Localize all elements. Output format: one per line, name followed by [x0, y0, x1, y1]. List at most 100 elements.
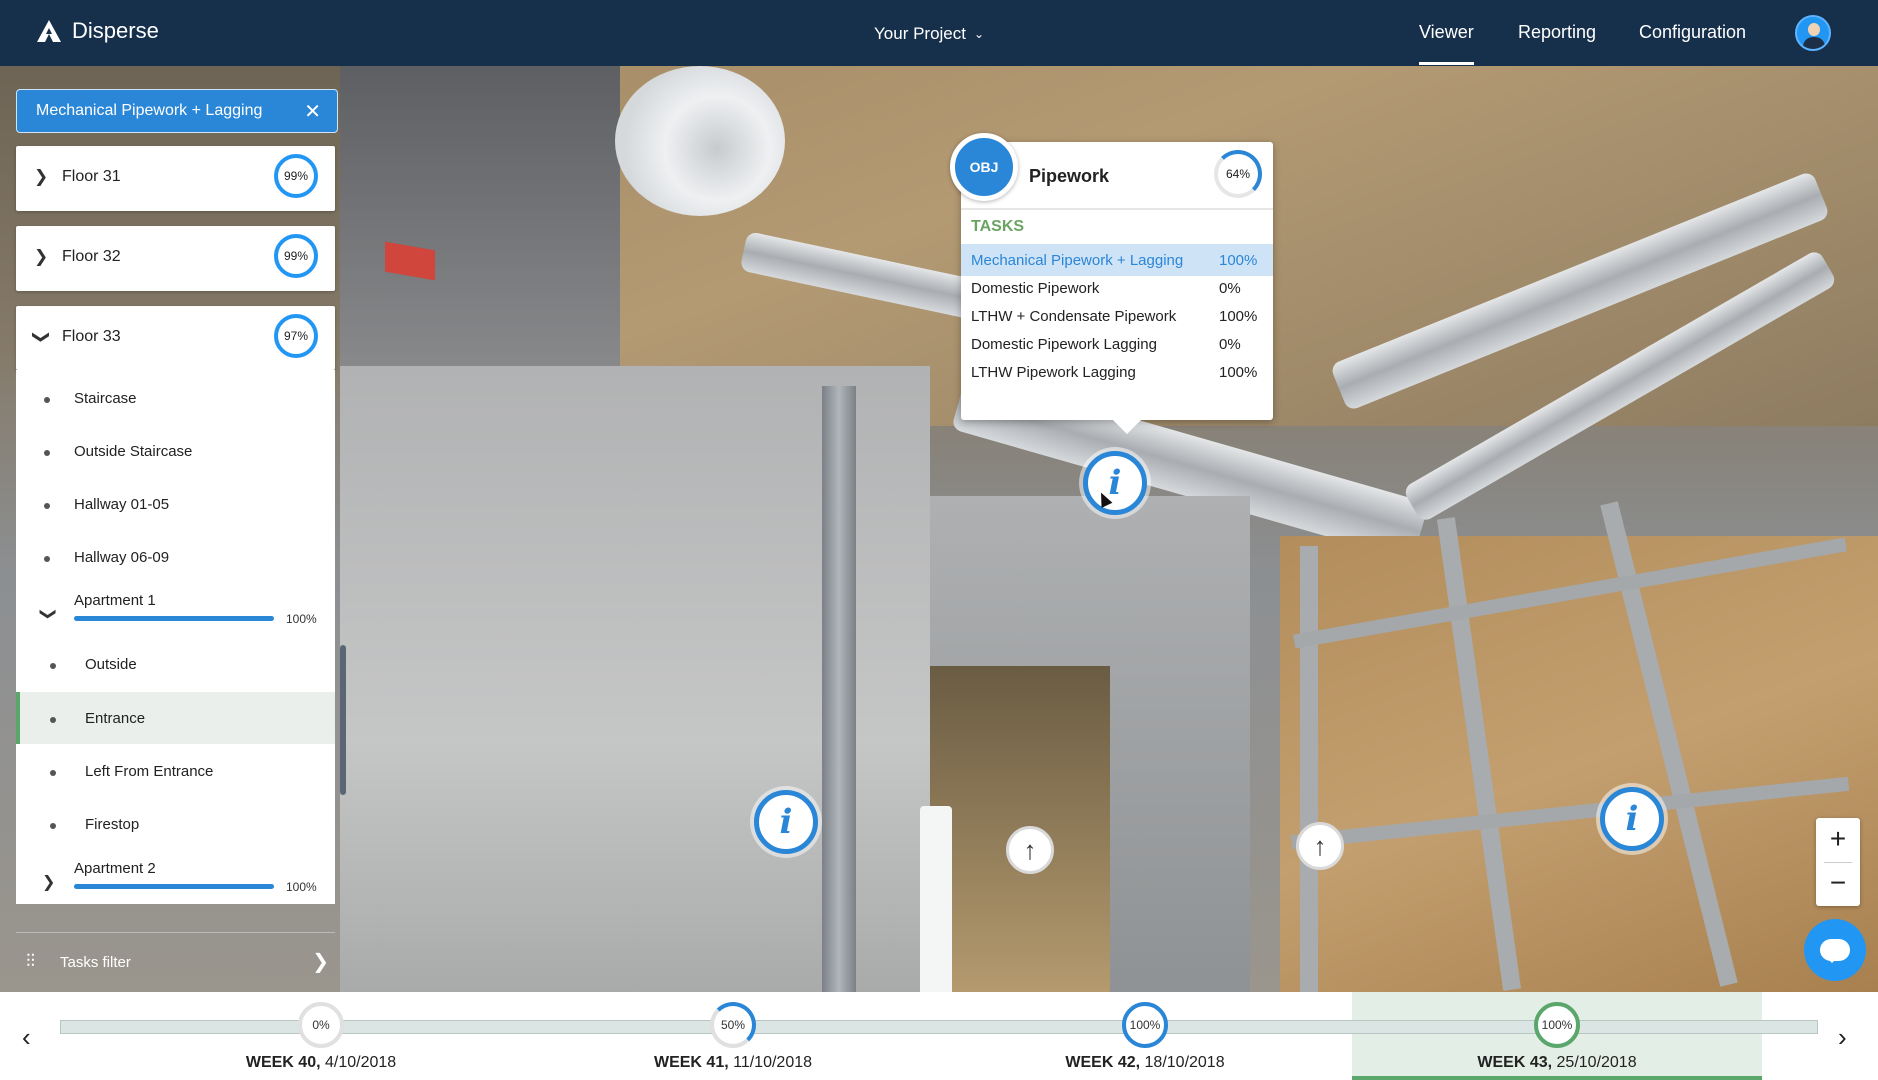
tree-item-outside-staircase[interactable]: Outside Staircase	[16, 425, 335, 477]
week-number: WEEK 42,	[1065, 1054, 1141, 1071]
popup-progress-ring: 64%	[1214, 150, 1262, 198]
chevron-right-icon[interactable]: ›	[1838, 1022, 1847, 1053]
top-bar: Disperse Your Project ⌄ Viewer Reporting…	[0, 0, 1878, 66]
disperse-logo-icon	[37, 20, 61, 42]
zoom-in-button[interactable]: +	[1816, 818, 1860, 862]
timeline-active-week-indicator	[1352, 1076, 1762, 1080]
tasks-filter-button[interactable]: ⫶⫶ Tasks filter ❯	[16, 932, 335, 992]
week-timeline: ‹ › 0% WEEK 40, 4/10/2018 50% WEEK 41, 1…	[0, 992, 1878, 1080]
project-selector[interactable]: Your Project ⌄	[874, 24, 984, 44]
week-progress-ring[interactable]: 50%	[710, 1002, 756, 1048]
week-date: 11/10/2018	[728, 1054, 813, 1071]
arrow-up-icon[interactable]: ↑	[1006, 826, 1054, 874]
chevron-down-icon: ❯	[32, 329, 52, 345]
tree-item-left-from-entrance[interactable]: Left From Entrance	[16, 745, 335, 797]
week-label[interactable]: WEEK 41, 11/10/2018	[583, 1054, 883, 1072]
tree-item-outside[interactable]: Outside	[16, 638, 335, 690]
tree-item-hallway-06-09[interactable]: Hallway 06-09	[16, 531, 335, 583]
task-name: LTHW Pipework Lagging	[971, 364, 1136, 381]
week-progress-ring[interactable]: 0%	[298, 1002, 344, 1048]
floor-33-tree: Staircase Outside Staircase Hallway 01-0…	[16, 370, 335, 904]
week-progress-ring[interactable]: 100%	[1534, 1002, 1580, 1048]
progress-fill	[74, 616, 274, 621]
tree-item-label: Hallway 01-05	[74, 496, 170, 513]
tree-group-label: Apartment 2	[74, 860, 156, 877]
task-row[interactable]: LTHW Pipework Lagging 100%	[961, 356, 1273, 388]
tree-item-label: Hallway 06-09	[74, 549, 170, 566]
week-number: WEEK 43,	[1477, 1054, 1553, 1071]
floor-progress-ring: 99%	[274, 234, 318, 278]
floor-row[interactable]: ❯ Floor 32 99%	[16, 226, 335, 290]
bullet-dot	[44, 503, 50, 509]
task-name: Domestic Pipework	[971, 280, 1100, 297]
chevron-right-icon: ❯	[312, 951, 329, 973]
task-percent: 100%	[1219, 252, 1258, 269]
apartment-2-progress-bar	[74, 884, 274, 889]
bullet-dot	[44, 450, 50, 456]
week-date: 25/10/2018	[1552, 1054, 1637, 1071]
popup-title: Pipework	[1029, 166, 1110, 186]
scene-wall-right	[1280, 536, 1878, 992]
arrow-up-icon[interactable]: ↑	[1296, 822, 1344, 870]
app-name: Disperse	[72, 18, 159, 43]
close-icon[interactable]: ✕	[304, 99, 321, 124]
bullet-dot	[50, 770, 56, 776]
tree-item-firestop[interactable]: Firestop	[16, 798, 335, 850]
tree-item-staircase[interactable]: Staircase	[16, 372, 335, 424]
nav-viewer[interactable]: Viewer	[1419, 22, 1474, 65]
floor-card-32[interactable]: ❯ Floor 32 99%	[16, 226, 335, 291]
nav-reporting[interactable]: Reporting	[1518, 22, 1596, 43]
task-percent: 0%	[1219, 336, 1241, 353]
scene-steel-column	[822, 386, 856, 992]
info-hotspot[interactable]: i	[1600, 787, 1664, 851]
chevron-right-icon: ❯	[34, 167, 49, 186]
floor-progress-ring: 99%	[274, 154, 318, 198]
tree-item-label: Firestop	[85, 816, 140, 833]
bullet-dot	[44, 556, 50, 562]
user-avatar[interactable]	[1795, 15, 1831, 51]
floor-row[interactable]: ❯ Floor 31 99%	[16, 146, 335, 210]
tree-item-hallway-01-05[interactable]: Hallway 01-05	[16, 478, 335, 530]
active-task-filter-chip[interactable]: Mechanical Pipework + Lagging ✕	[16, 89, 338, 133]
week-label[interactable]: WEEK 42, 18/10/2018	[995, 1054, 1295, 1072]
floor-name: Floor 33	[62, 328, 121, 345]
scene-electrical-unit	[340, 66, 620, 396]
tree-item-entrance[interactable]: Entrance	[16, 692, 335, 744]
scene-stud	[1300, 546, 1318, 992]
filter-chip-label: Mechanical Pipework + Lagging	[36, 102, 263, 119]
floor-card-33[interactable]: ❯ Floor 33 97%	[16, 306, 335, 370]
sidebar-scrollbar[interactable]	[340, 645, 346, 795]
tree-group-apartment-2[interactable]: ❯ Apartment 2 100%	[16, 852, 335, 904]
task-percent: 100%	[1219, 308, 1258, 325]
task-name: Mechanical Pipework + Lagging	[971, 252, 1184, 269]
info-hotspot-pipework[interactable]: i	[1083, 451, 1147, 515]
avatar-body-shape	[1803, 37, 1825, 49]
zoom-out-button[interactable]: −	[1816, 862, 1860, 906]
week-date: 4/10/2018	[320, 1054, 397, 1071]
apartment-1-progress-bar	[74, 616, 274, 621]
task-percent: 100%	[1219, 364, 1258, 381]
task-name: Domestic Pipework Lagging	[971, 336, 1157, 353]
scene-light	[920, 806, 952, 992]
week-date: 18/10/2018	[1140, 1054, 1225, 1071]
week-progress-ring[interactable]: 100%	[1122, 1002, 1168, 1048]
app-logo[interactable]: Disperse	[36, 18, 159, 44]
progress-fill	[74, 884, 274, 889]
week-label[interactable]: WEEK 43, 25/10/2018	[1407, 1054, 1707, 1072]
scene-duct-fan	[615, 66, 785, 216]
tasks-filter-label: Tasks filter	[60, 954, 131, 971]
floor-row[interactable]: ❯ Floor 33 97%	[16, 306, 335, 370]
chat-button[interactable]	[1804, 919, 1866, 981]
week-label[interactable]: WEEK 40, 4/10/2018	[171, 1054, 471, 1072]
chevron-left-icon[interactable]: ‹	[22, 1022, 31, 1053]
floor-card-31[interactable]: ❯ Floor 31 99%	[16, 146, 335, 211]
chevron-right-icon: ❯	[42, 874, 56, 891]
bullet-dot	[50, 663, 56, 669]
tree-item-label: Left From Entrance	[85, 763, 214, 780]
tree-group-apartment-1[interactable]: ❯ Apartment 1 100%	[16, 584, 335, 642]
tree-group-label: Apartment 1	[74, 592, 156, 609]
nav-configuration[interactable]: Configuration	[1639, 22, 1746, 43]
tree-item-label: Entrance	[85, 710, 146, 727]
floor-progress-ring: 97%	[274, 314, 318, 358]
info-hotspot[interactable]: i	[754, 790, 818, 854]
